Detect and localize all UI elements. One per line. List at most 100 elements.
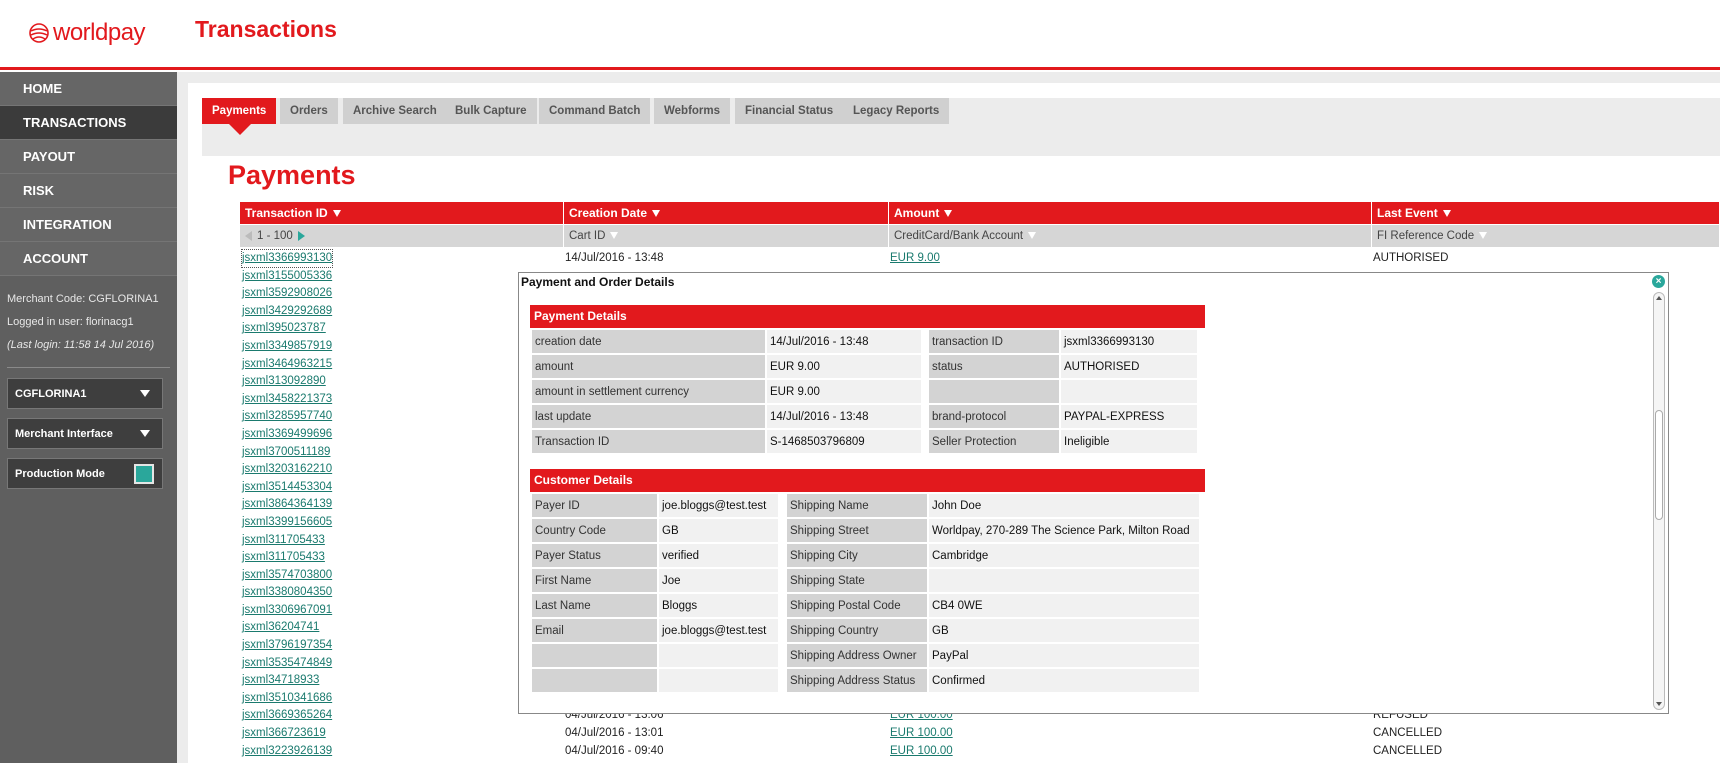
amount-link[interactable]: EUR 100.00 (890, 743, 953, 760)
transaction-id-link[interactable]: jsxml3796197354 (242, 637, 332, 654)
transaction-id-link[interactable]: jsxml3669365264 (242, 707, 332, 724)
transaction-id-link[interactable]: jsxml3458221373 (242, 391, 332, 408)
detail-label: Shipping Street (787, 519, 927, 542)
transaction-id-link[interactable]: jsxml3223926139 (242, 743, 332, 760)
scroll-down-icon[interactable] (1656, 702, 1662, 706)
transaction-id-link[interactable]: jsxml3535474849 (242, 655, 332, 672)
detail-label (532, 644, 657, 667)
nav-transactions[interactable]: TRANSACTIONS (0, 106, 177, 140)
detail-label: brand-protocol (929, 405, 1059, 428)
detail-spacer (923, 330, 927, 353)
filter-icon[interactable] (332, 210, 341, 218)
filter-icon[interactable] (652, 210, 661, 218)
amount-link[interactable]: EUR 9.00 (890, 250, 940, 267)
tab-webforms[interactable]: Webforms (654, 98, 731, 124)
transaction-id-link[interactable]: jsxml3464963215 (242, 356, 332, 373)
tab-command-batch[interactable]: Command Batch (539, 98, 651, 124)
tab-payments[interactable]: Payments (202, 98, 277, 124)
transaction-id-link[interactable]: jsxml3380804350 (242, 584, 332, 601)
transaction-id-link[interactable]: jsxml3510341686 (242, 690, 332, 707)
merchant-select-value: CGFLORINA1 (15, 387, 87, 400)
nav-integration[interactable]: INTEGRATION (0, 208, 177, 242)
detail-value: PayPal (929, 644, 1199, 667)
detail-value: jsxml3366993130 (1061, 330, 1197, 353)
transaction-id-link[interactable]: jsxml3369499696 (242, 426, 332, 443)
header-transaction-id[interactable]: Transaction ID (240, 202, 564, 224)
detail-row: Transaction ID S-1468503796809 Seller Prot… (532, 430, 1197, 453)
tab-orders[interactable]: Orders (280, 98, 338, 124)
last-event: AUTHORISED (1373, 252, 1449, 264)
tab-legacy-reports[interactable]: Legacy Reports (843, 98, 950, 124)
subheader-cart-id[interactable]: Cart ID (564, 225, 889, 247)
transaction-id-link[interactable]: jsxml3864364139 (242, 496, 332, 513)
detail-spacer (780, 644, 785, 667)
detail-label: amount in settlement currency (532, 380, 765, 403)
transaction-id-link[interactable]: jsxml313092890 (242, 373, 326, 390)
header-amount[interactable]: Amount (889, 202, 1372, 224)
logo-text: worldpay (53, 19, 146, 46)
transaction-id-link[interactable]: jsxml34718933 (242, 672, 319, 689)
transaction-id-link[interactable]: jsxml3203162210 (242, 461, 332, 478)
production-mode-toggle[interactable]: Production Mode (7, 458, 163, 489)
payment-details-table: creation date 14/Jul/2016 - 13:48 transact… (530, 328, 1199, 455)
header-last-event[interactable]: Last Event (1372, 202, 1720, 224)
transaction-id-link[interactable]: jsxml3514453304 (242, 479, 332, 496)
detail-label: Shipping City (787, 544, 927, 567)
transaction-id-link[interactable]: jsxml3429292689 (242, 303, 332, 320)
payments-title: Payments (228, 160, 356, 190)
interface-select[interactable]: Merchant Interface (7, 418, 163, 449)
active-tab-pointer (229, 124, 251, 135)
detail-value (929, 569, 1199, 592)
header-creation-date[interactable]: Creation Date (564, 202, 889, 224)
detail-row: Country Code GB Shipping Street Worldpay, 2… (532, 519, 1199, 542)
nav-account[interactable]: ACCOUNT (0, 242, 177, 276)
transaction-id-link[interactable]: jsxml3306967091 (242, 602, 332, 619)
scrollbar-thumb[interactable] (1655, 410, 1663, 520)
filter-icon[interactable] (1442, 210, 1451, 218)
subheader-fi-reference[interactable]: FI Reference Code (1372, 225, 1720, 247)
detail-row: Shipping Address Owner PayPal (532, 644, 1199, 667)
scroll-up-icon[interactable] (1656, 296, 1662, 300)
detail-spacer (780, 594, 785, 617)
subheader-card-account[interactable]: CreditCard/Bank Account (889, 225, 1372, 247)
production-mode-checkbox[interactable] (134, 464, 154, 484)
transaction-id-link[interactable]: jsxml36204741 (242, 619, 319, 636)
detail-value: Confirmed (929, 669, 1199, 692)
detail-value: Ineligible (1061, 430, 1197, 453)
filter-icon[interactable] (944, 210, 953, 218)
transaction-id-link[interactable]: jsxml3285957740 (242, 408, 332, 425)
worldpay-logo[interactable]: worldpay (28, 18, 146, 48)
detail-row: last update 14/Jul/2016 - 13:48 brand-prot… (532, 405, 1197, 428)
transaction-id-link[interactable]: jsxml3574703800 (242, 567, 332, 584)
filter-icon[interactable] (1479, 232, 1488, 240)
filter-icon[interactable] (1028, 232, 1037, 240)
table-row: jsxml366723619 04/Jul/2016 - 13:01 EUR 100… (240, 725, 1720, 743)
tab-archive-search[interactable]: Archive Search (343, 98, 447, 124)
transaction-id-link[interactable]: jsxml311705433 (242, 549, 325, 566)
amount-link[interactable]: EUR 100.00 (890, 725, 953, 742)
transaction-id-link[interactable]: jsxml311705433 (242, 532, 325, 549)
detail-row: creation date 14/Jul/2016 - 13:48 transact… (532, 330, 1197, 353)
nav-home[interactable]: HOME (0, 72, 177, 106)
tab-financial-status[interactable]: Financial Status (735, 98, 844, 124)
merchant-select[interactable]: CGFLORINA1 (7, 378, 163, 409)
transaction-id-link[interactable]: jsxml366723619 (242, 725, 326, 742)
tab-bulk-capture[interactable]: Bulk Capture (445, 98, 537, 124)
transaction-id-link[interactable]: jsxml3366993130 (240, 249, 334, 268)
nav-risk[interactable]: RISK (0, 174, 177, 208)
nav-payout[interactable]: PAYOUT (0, 140, 177, 174)
transaction-id-link[interactable]: jsxml3399156605 (242, 514, 332, 531)
transaction-id-link[interactable]: jsxml3155005336 (242, 268, 332, 285)
detail-spacer (780, 619, 785, 642)
filter-icon[interactable] (610, 232, 619, 240)
transaction-id-link[interactable]: jsxml3700511189 (242, 444, 330, 461)
detail-label: status (929, 355, 1059, 378)
table-header: Transaction ID Creation Date Amount Last… (240, 202, 1720, 224)
previous-page-icon[interactable] (245, 230, 252, 241)
modal-scrollbar[interactable] (1653, 292, 1665, 710)
transaction-id-link[interactable]: jsxml395023787 (242, 320, 326, 337)
close-icon[interactable]: × (1652, 275, 1665, 288)
transaction-id-link[interactable]: jsxml3349857919 (242, 338, 332, 355)
next-page-icon[interactable] (297, 230, 305, 241)
transaction-id-link[interactable]: jsxml3592908026 (242, 285, 332, 302)
